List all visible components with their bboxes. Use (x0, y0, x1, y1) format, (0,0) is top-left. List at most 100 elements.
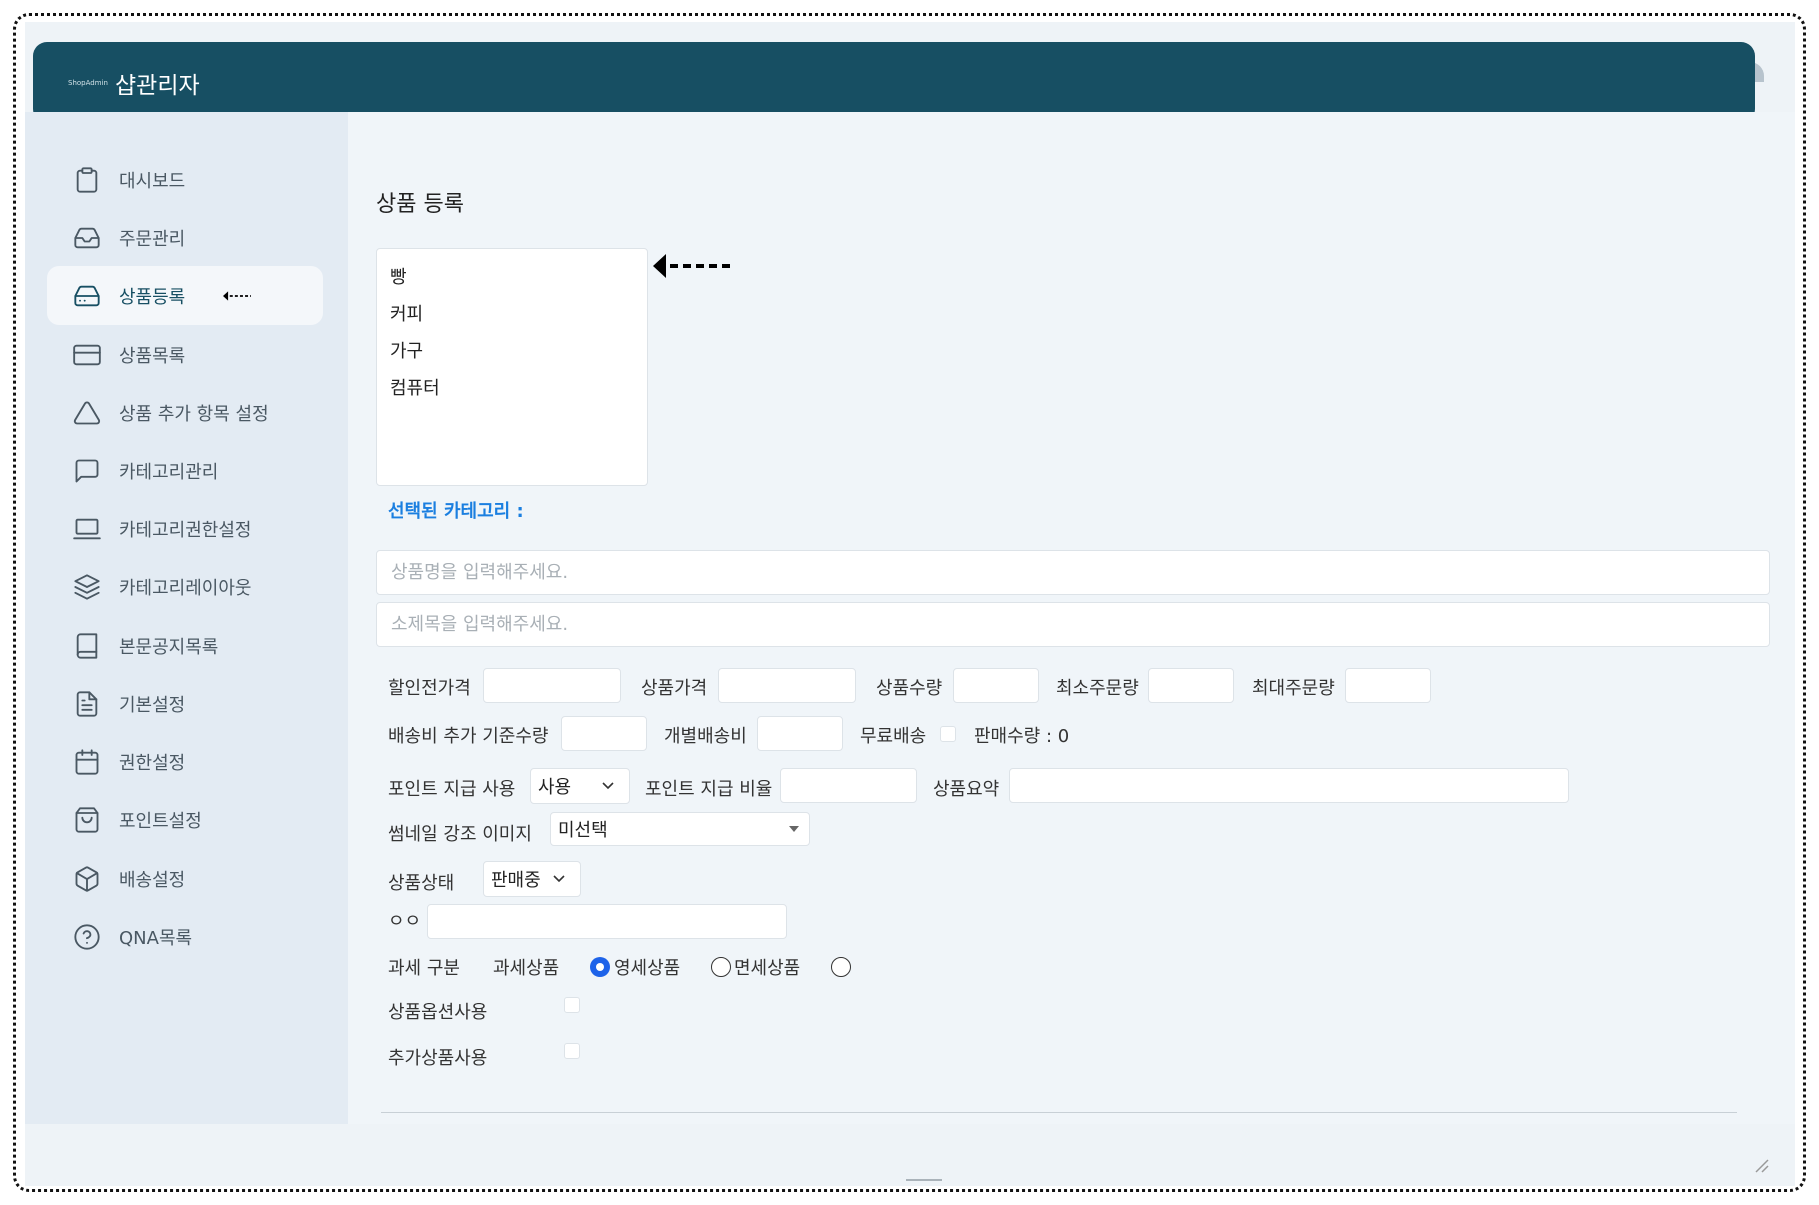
chevron-down-icon (602, 782, 614, 790)
summary-label: 상품요약 (933, 779, 1000, 800)
status-value: 판매중 (491, 870, 541, 891)
chevron-down-icon (553, 875, 565, 883)
sidebar-item-label: 상품목록 (119, 345, 186, 367)
quantity-input[interactable] (953, 668, 1039, 703)
summary-input[interactable] (1009, 768, 1569, 803)
addon-use-checkbox[interactable] (564, 1043, 580, 1059)
min-order-label: 최소주문량 (1056, 678, 1139, 699)
tax-option-taxable-label: 과세상품 (493, 958, 560, 979)
sidebar-item-product-extra-settings[interactable]: 상품 추가 항목 설정 (47, 383, 323, 442)
sidebar-item-basic-settings[interactable]: 기본설정 (47, 674, 323, 733)
tax-option-taxable-radio[interactable] (590, 957, 610, 977)
min-order-input[interactable] (1148, 668, 1234, 703)
sidebar-item-product-list[interactable]: 상품목록 (47, 325, 323, 384)
sidebar-item-label: 주문관리 (119, 228, 186, 250)
sidebar-item-shipping-settings[interactable]: 배송설정 (47, 849, 323, 908)
calendar-icon (75, 748, 99, 775)
page-title: 상품 등록 (376, 192, 464, 217)
app-window: ShopAdmin 샵관리자 대시보드 주문관리 상품등록 상품목록 상품 추가… (25, 22, 1795, 1186)
shipping-extra-input[interactable] (561, 716, 647, 751)
point-use-label: 포인트 지급 사용 (388, 779, 516, 800)
status-label: 상품상태 (388, 873, 455, 894)
horizontal-resize-handle[interactable] (906, 1179, 942, 1186)
max-order-label: 최대주문량 (1252, 678, 1335, 699)
option-use-checkbox[interactable] (564, 997, 580, 1013)
category-option[interactable]: 가구 (377, 333, 647, 370)
sidebar-item-label: 권한설정 (119, 752, 186, 774)
addon-use-label: 추가상품사용 (388, 1048, 488, 1069)
sidebar-item-label: 배송설정 (119, 869, 186, 891)
box-icon (75, 865, 99, 892)
point-use-value: 사용 (538, 777, 572, 798)
category-option[interactable]: 커피 (377, 296, 647, 333)
sidebar-item-label: 카테고리권한설정 (119, 519, 252, 541)
sidebar-item-label: 상품등록 (119, 286, 186, 308)
product-name-input[interactable] (376, 550, 1770, 595)
hard-drive-icon (74, 285, 100, 306)
sidebar-item-orders[interactable]: 주문관리 (47, 208, 323, 267)
caret-down-icon (789, 826, 799, 832)
laptop-icon (73, 518, 101, 539)
sidebar-item-label: 카테고리레이아웃 (119, 577, 252, 599)
point-use-select[interactable]: 사용 (530, 768, 630, 804)
selected-category-label: 선택된 카테고리 : (388, 501, 524, 522)
sidebar: 대시보드 주문관리 상품등록 상품목록 상품 추가 항목 설정 카테고리관리 카… (25, 112, 348, 1124)
inbox-icon (74, 227, 100, 248)
individual-shipping-input[interactable] (757, 716, 843, 751)
sidebar-item-label: QNA목록 (119, 927, 193, 949)
thumbnail-select[interactable]: 미선택 (550, 812, 810, 846)
free-shipping-label: 무료배송 (860, 726, 927, 747)
subtitle-input[interactable] (376, 602, 1770, 647)
sidebar-item-category-layout[interactable]: 카테고리레이아웃 (47, 557, 323, 616)
tax-option-exempt-radio[interactable] (831, 957, 851, 977)
sidebar-item-notice-list[interactable]: 본문공지목록 (47, 616, 323, 675)
book-icon (76, 632, 98, 659)
sidebar-item-label: 기본설정 (119, 694, 186, 716)
status-select[interactable]: 판매중 (483, 861, 581, 897)
thumbnail-value: 미선택 (558, 820, 608, 841)
sold-count-label: 판매수량 : 0 (974, 726, 1070, 747)
tax-option-zero-radio[interactable] (711, 957, 731, 977)
layers-icon (74, 573, 100, 600)
message-square-icon (75, 459, 99, 482)
help-circle-icon (74, 923, 100, 950)
sidebar-item-dashboard[interactable]: 대시보드 (47, 150, 323, 209)
sidebar-item-category-manage[interactable]: 카테고리관리 (47, 441, 323, 500)
resize-corner-icon[interactable] (1753, 1157, 1769, 1173)
sidebar-item-label: 포인트설정 (119, 810, 202, 832)
clipboard-icon (76, 166, 98, 193)
sidebar-item-permission-settings[interactable]: 권한설정 (47, 732, 323, 791)
point-rate-label: 포인트 지급 비율 (645, 779, 773, 800)
misc-label: ㅇㅇ (388, 911, 422, 932)
app-title: 샵관리자 (115, 72, 200, 99)
file-text-icon (76, 690, 98, 717)
sidebar-item-label: 본문공지목록 (119, 636, 219, 658)
list-price-input[interactable] (483, 668, 621, 703)
sidebar-item-label: 카테고리관리 (119, 461, 219, 483)
shopping-bag-icon (75, 806, 99, 833)
misc-input[interactable] (427, 904, 787, 939)
sidebar-item-qna-list[interactable]: QNA목록 (47, 907, 323, 966)
point-rate-input[interactable] (780, 768, 917, 803)
triangle-icon (73, 400, 101, 424)
shipping-extra-label: 배송비 추가 기준수량 (388, 726, 549, 747)
category-option[interactable]: 빵 (377, 259, 647, 296)
logo[interactable]: ShopAdmin (68, 79, 108, 87)
sidebar-item-label: 상품 추가 항목 설정 (119, 403, 269, 425)
category-option[interactable]: 컴퓨터 (377, 370, 647, 407)
category-list[interactable]: 빵 커피 가구 컴퓨터 (376, 248, 648, 486)
price-input[interactable] (718, 668, 856, 703)
option-use-label: 상품옵션사용 (388, 1002, 488, 1023)
price-label: 상품가격 (641, 678, 708, 699)
tax-option-zero-label: 영세상품 (614, 958, 681, 979)
tax-type-label: 과세 구분 (388, 958, 460, 979)
thumbnail-label: 썸네일 강조 이미지 (388, 824, 532, 845)
sidebar-item-product-register[interactable]: 상품등록 (47, 266, 323, 325)
sidebar-item-point-settings[interactable]: 포인트설정 (47, 790, 323, 849)
free-shipping-checkbox[interactable] (940, 726, 956, 742)
section-divider (381, 1112, 1737, 1113)
list-price-label: 할인전가격 (388, 678, 471, 699)
sidebar-item-category-permission[interactable]: 카테고리권한설정 (47, 499, 323, 558)
max-order-input[interactable] (1345, 668, 1431, 703)
quantity-label: 상품수량 (876, 678, 943, 699)
